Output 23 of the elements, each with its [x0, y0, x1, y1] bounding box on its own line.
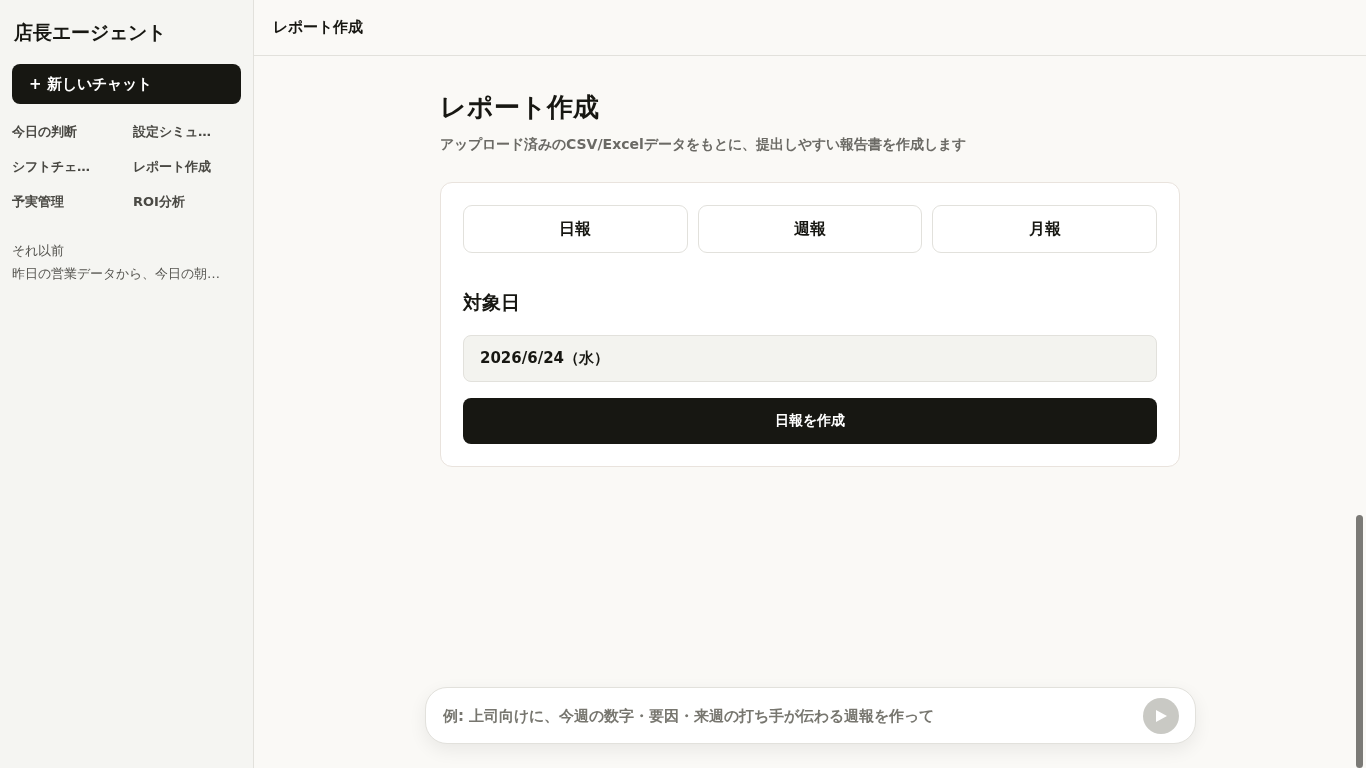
report-type-tab[interactable]: 月報	[932, 205, 1157, 253]
create-report-button[interactable]: 日報を作成	[463, 398, 1157, 444]
app-title: 店長エージェント	[13, 20, 167, 45]
message-input[interactable]: 例: 上司向けに、今週の数字・要因・来週の打ち手が伝わる週報を作って	[441, 697, 1131, 734]
sidebar-nav-item[interactable]: シフトチェ…	[12, 155, 90, 179]
message-field[interactable]: 例: 上司向けに、今週の数字・要因・来週の打ち手が伝わる週報を作って	[425, 687, 1196, 744]
play-icon	[1155, 709, 1167, 722]
page-title: レポート作成	[440, 91, 600, 124]
sidebar-nav-item[interactable]: レポート作成	[133, 155, 211, 179]
chat-history-item[interactable]: 昨日の営業データから、今日の朝…	[12, 264, 220, 284]
page-subtitle: アップロード済みのCSV/Excelデータをもとに、提出しやすい報告書を作成します	[440, 135, 967, 154]
date-label: 対象日	[463, 290, 520, 315]
scrollbar-thumb[interactable]	[1356, 515, 1363, 768]
history-section-heading: それ以前	[12, 242, 64, 260]
sidebar-nav-item[interactable]: 今日の判断	[12, 120, 77, 144]
date-field[interactable]: 2026/6/24（水）	[463, 335, 1157, 382]
sidebar-nav-item[interactable]: 設定シミュ…	[133, 120, 211, 144]
sidebar-nav-item[interactable]: 予実管理	[12, 190, 64, 214]
sidebar-nav-item[interactable]: ROI分析	[133, 190, 185, 214]
report-type-tab[interactable]: 日報	[463, 205, 688, 253]
new-chat-button[interactable]: + 新しいチャット	[12, 64, 241, 104]
header-title: レポート作成	[273, 18, 363, 37]
report-type-tab[interactable]: 週報	[697, 205, 923, 253]
